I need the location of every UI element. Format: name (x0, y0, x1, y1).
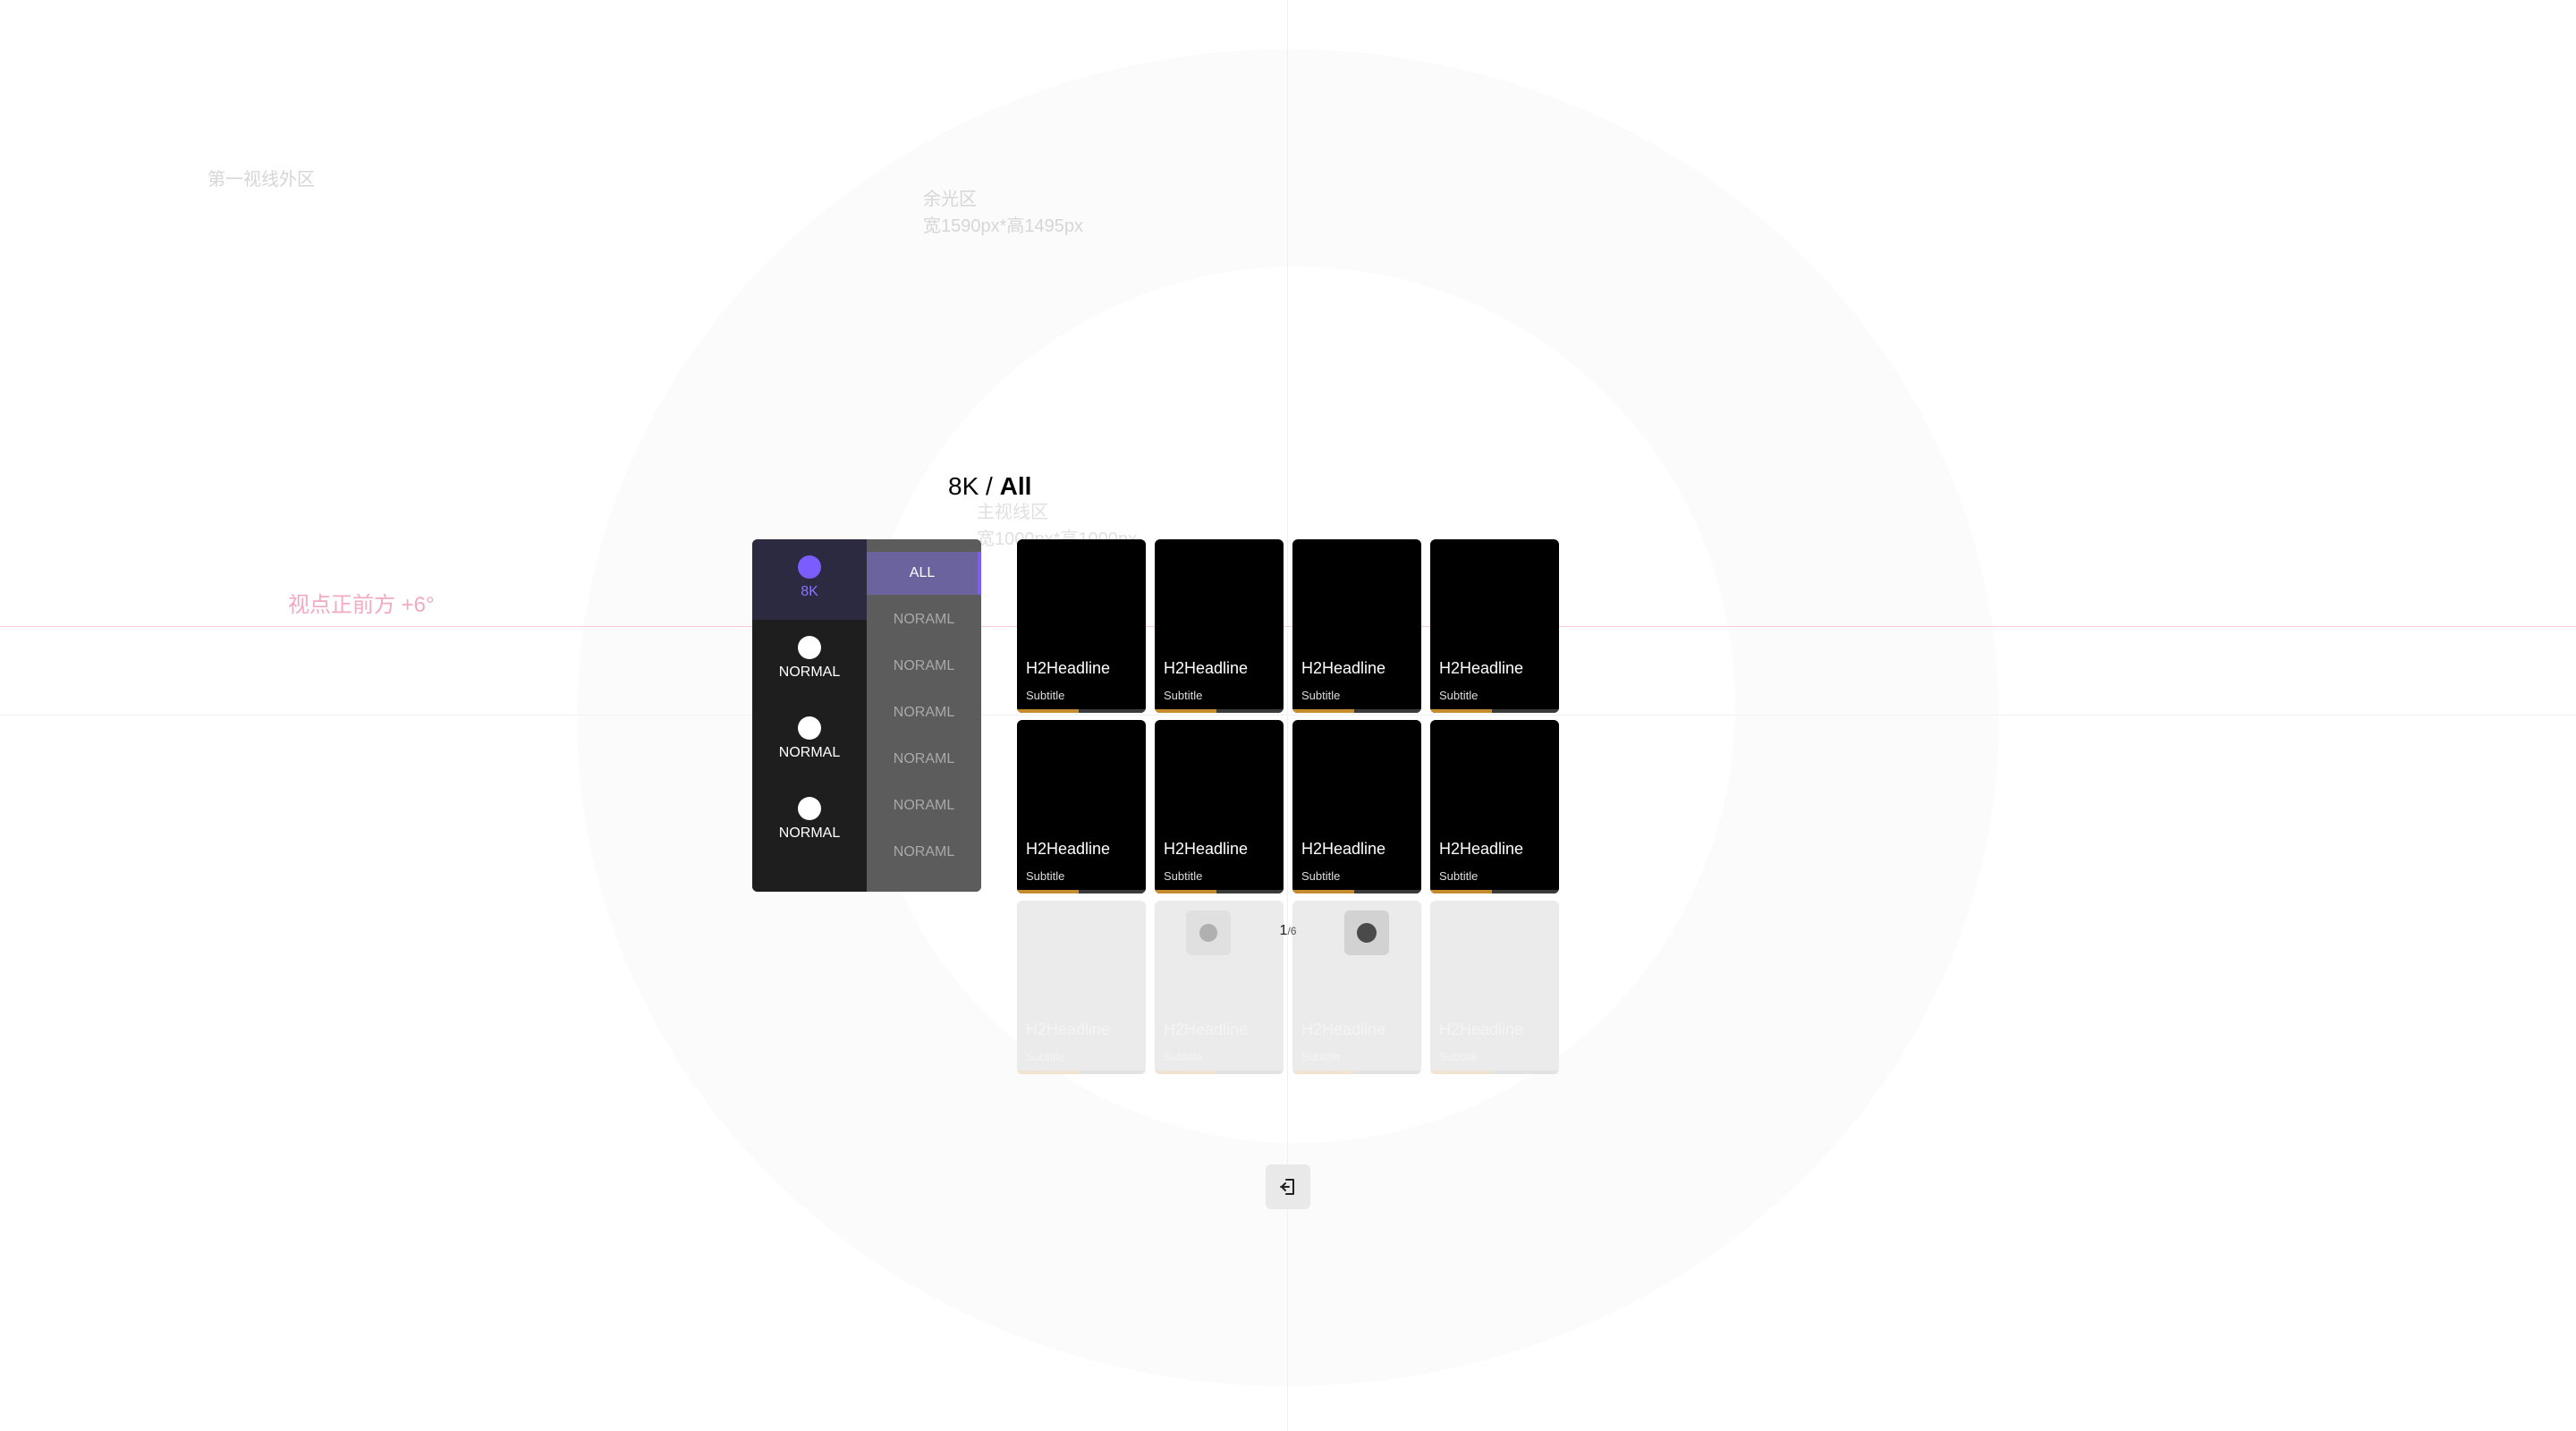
outside-view-label: 第一视线外区 (208, 170, 315, 190)
card-subtitle: Subtitle (1301, 1050, 1341, 1063)
card-progress (1292, 1071, 1421, 1074)
page-indicator: 1/6 (1268, 923, 1308, 939)
page-title: 8K / All (948, 472, 1031, 501)
card-progress-fill (1155, 1071, 1217, 1074)
card-subtitle: Subtitle (1164, 869, 1203, 883)
content-card[interactable]: H2Headline Subtitle (1430, 720, 1559, 893)
card-progress (1292, 709, 1421, 713)
card-progress-fill (1017, 1071, 1080, 1074)
card-progress-fill (1430, 890, 1493, 893)
card-subtitle: Subtitle (1164, 689, 1203, 702)
rail-item-label: NORMAL (778, 745, 841, 760)
card-subtitle: Subtitle (1439, 1050, 1479, 1063)
card-progress-fill (1430, 709, 1493, 713)
subcategory-item-all[interactable]: ALL (867, 552, 981, 595)
card-progress-fill (1155, 709, 1217, 713)
card-headline: H2Headline (1301, 1020, 1386, 1038)
card-headline: H2Headline (1164, 1020, 1249, 1038)
pager-dot-icon (1199, 924, 1217, 942)
rail-item-8k[interactable]: 8K (752, 539, 867, 620)
card-subtitle: Subtitle (1301, 869, 1341, 883)
card-headline: H2Headline (1164, 659, 1249, 677)
exit-icon (1280, 1179, 1294, 1195)
content-card-faded[interactable]: H2Headline Subtitle (1430, 901, 1559, 1074)
rail-item-normal-3[interactable]: NORMAL (752, 781, 867, 861)
card-headline: H2Headline (1026, 1020, 1111, 1038)
card-progress-fill (1292, 1071, 1355, 1074)
subcategory-list: ALL NORAML NORAML NORAML NORAML NORAML N… (867, 539, 981, 892)
peripheral-zone-title: 余光区 (923, 190, 977, 209)
subcategory-item[interactable]: NORAML (867, 738, 981, 781)
rail-dot-icon (798, 797, 821, 820)
rail-item-label: NORMAL (778, 665, 841, 680)
peripheral-zone-size: 宽1590px*高1495px (923, 216, 1084, 236)
exit-button[interactable] (1266, 1164, 1310, 1209)
card-progress (1155, 890, 1284, 893)
card-progress-fill (1017, 890, 1080, 893)
card-headline: H2Headline (1439, 840, 1524, 858)
card-progress (1430, 1071, 1559, 1074)
category-rail: 8K NORMAL NORMAL NORMAL (752, 539, 867, 892)
content-card[interactable]: H2Headline Subtitle (1155, 720, 1284, 893)
rail-dot-icon (798, 555, 821, 579)
content-card[interactable]: H2Headline Subtitle (1155, 539, 1284, 713)
horizon-label: 视点正前方 +6° (288, 593, 435, 617)
card-progress-fill (1017, 709, 1080, 713)
rail-item-label: 8K (801, 584, 818, 599)
card-progress (1155, 1071, 1284, 1074)
subcategory-item[interactable]: NORAML (867, 691, 981, 734)
content-card[interactable]: H2Headline Subtitle (1430, 539, 1559, 713)
card-subtitle: Subtitle (1026, 689, 1065, 702)
card-subtitle: Subtitle (1439, 689, 1479, 702)
content-card-faded[interactable]: H2Headline Subtitle (1017, 901, 1146, 1074)
card-headline: H2Headline (1439, 1020, 1524, 1038)
card-subtitle: Subtitle (1301, 689, 1341, 702)
card-progress-fill (1155, 890, 1217, 893)
card-progress (1017, 1071, 1146, 1074)
title-prefix: 8K / (948, 472, 1000, 500)
center-horizontal-guide (0, 715, 2576, 716)
rail-item-normal-2[interactable]: NORMAL (752, 700, 867, 781)
rail-item-label: NORMAL (778, 826, 841, 841)
card-progress (1017, 890, 1146, 893)
content-card[interactable]: H2Headline Subtitle (1292, 539, 1421, 713)
pager-prev-button[interactable] (1186, 910, 1231, 955)
card-subtitle: Subtitle (1026, 869, 1065, 883)
pager-dot-icon (1357, 923, 1377, 943)
category-panel: 8K NORMAL NORMAL NORMAL ALL NORAML NORAM… (752, 539, 981, 892)
pager-next-button[interactable] (1344, 910, 1389, 955)
subcategory-item[interactable]: NORAML (867, 784, 981, 827)
content-card[interactable]: H2Headline Subtitle (1017, 539, 1146, 713)
card-progress-fill (1292, 890, 1355, 893)
card-headline: H2Headline (1164, 840, 1249, 858)
subcategory-item[interactable]: NORAML (867, 831, 981, 874)
card-headline: H2Headline (1026, 659, 1111, 677)
card-progress (1430, 890, 1559, 893)
card-progress (1155, 709, 1284, 713)
rail-dot-icon (798, 636, 821, 659)
card-progress (1292, 890, 1421, 893)
card-headline: H2Headline (1301, 659, 1386, 677)
card-progress-fill (1292, 709, 1355, 713)
card-progress-fill (1430, 1071, 1493, 1074)
subcategory-item[interactable]: NORAML (867, 598, 981, 641)
card-progress (1430, 709, 1559, 713)
content-card[interactable]: H2Headline Subtitle (1017, 720, 1146, 893)
card-headline: H2Headline (1026, 840, 1111, 858)
card-subtitle: Subtitle (1164, 1050, 1203, 1063)
card-progress (1017, 709, 1146, 713)
page-total: /6 (1287, 925, 1297, 937)
card-headline: H2Headline (1439, 659, 1524, 677)
main-zone-title: 主视线区 (977, 503, 1048, 522)
card-headline: H2Headline (1301, 840, 1386, 858)
card-subtitle: Subtitle (1026, 1050, 1065, 1063)
center-vertical-guide (1287, 0, 1288, 1431)
card-subtitle: Subtitle (1439, 869, 1479, 883)
rail-dot-icon (798, 716, 821, 740)
horizon-guide-line (0, 626, 2576, 627)
title-current: All (999, 472, 1032, 500)
rail-item-normal-1[interactable]: NORMAL (752, 620, 867, 700)
content-card[interactable]: H2Headline Subtitle (1292, 720, 1421, 893)
subcategory-item[interactable]: NORAML (867, 645, 981, 688)
